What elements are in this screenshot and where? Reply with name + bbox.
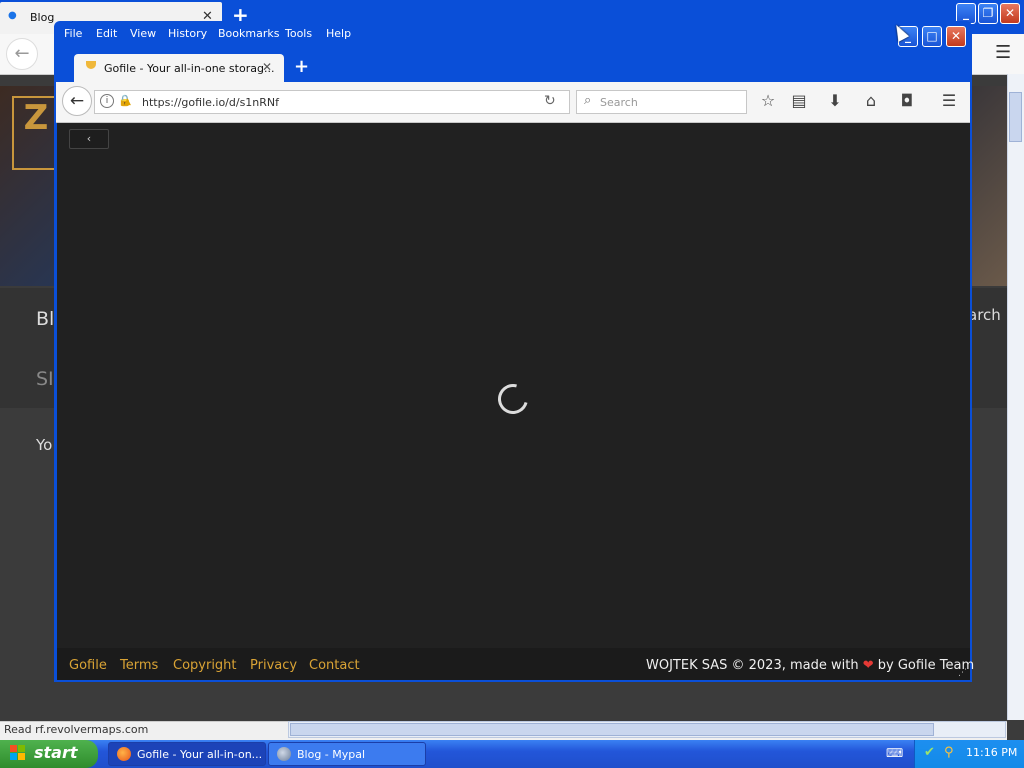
windows-logo-icon bbox=[10, 745, 26, 761]
tab-label: Gofile - Your all-in-one storag... bbox=[104, 62, 275, 75]
mypal-icon bbox=[277, 747, 291, 761]
footer-link-terms[interactable]: Terms bbox=[120, 658, 158, 673]
heart-icon: ❤ bbox=[862, 658, 874, 673]
close-tab-icon[interactable]: ✕ bbox=[262, 60, 272, 74]
home-icon[interactable]: ⌂ bbox=[861, 91, 881, 110]
horizontal-scrollbar-thumb[interactable] bbox=[290, 723, 934, 736]
firefox-icon bbox=[117, 747, 131, 761]
tab-favicon-icon: ● bbox=[8, 10, 17, 21]
menu-tools[interactable]: Tools bbox=[285, 27, 312, 40]
close-button[interactable]: ✕ bbox=[1000, 3, 1020, 24]
status-text: Read rf.revolvermaps.com bbox=[4, 723, 149, 736]
blog-nav-search[interactable]: arch bbox=[968, 306, 1001, 324]
background-tab-label: Blog bbox=[30, 11, 55, 24]
blog-logo: Z bbox=[12, 96, 60, 170]
footer-link-gofile[interactable]: Gofile bbox=[69, 658, 107, 673]
new-tab-button[interactable]: + bbox=[294, 56, 309, 77]
start-label[interactable]: start bbox=[34, 743, 78, 762]
search-placeholder[interactable]: Search bbox=[600, 96, 638, 109]
background-hamburger-menu-icon[interactable]: ☰ bbox=[995, 42, 1011, 63]
maximize-button[interactable]: □ bbox=[922, 26, 942, 47]
footer-link-privacy[interactable]: Privacy bbox=[250, 658, 297, 673]
gofile-favicon-icon bbox=[86, 61, 96, 69]
close-button[interactable]: ✕ bbox=[946, 26, 966, 47]
footer-credit: WOJTEK SAS © 2023, made with ❤ by Gofile… bbox=[646, 658, 974, 673]
taskbar-item-label: Blog - Mypal bbox=[297, 748, 366, 761]
menu-view[interactable]: View bbox=[130, 27, 156, 40]
menu-edit[interactable]: Edit bbox=[96, 27, 117, 40]
footer-credit-prefix: WOJTEK SAS © 2023, made with bbox=[646, 658, 859, 673]
vertical-scrollbar[interactable] bbox=[1007, 74, 1024, 720]
footer-link-contact[interactable]: Contact bbox=[309, 658, 360, 673]
hamburger-menu-icon[interactable]: ☰ bbox=[939, 91, 959, 110]
bookmark-star-icon[interactable]: ☆ bbox=[758, 91, 778, 110]
download-icon[interactable]: ⬇ bbox=[825, 91, 845, 110]
taskbar-item-label: Gofile - Your all-in-on... bbox=[137, 748, 263, 761]
back-arrow-icon[interactable]: ← bbox=[62, 86, 92, 116]
background-back-button[interactable]: ← bbox=[6, 38, 38, 70]
sidebar-toggle-button[interactable]: ‹ bbox=[69, 129, 109, 149]
network-icon[interactable]: ✔ bbox=[924, 745, 935, 760]
blog-nav-sub[interactable]: SI bbox=[36, 368, 54, 390]
warning-icon: ▲ bbox=[124, 97, 131, 107]
blog-body-text: Yo bbox=[36, 436, 53, 454]
search-icon: ⌕ bbox=[584, 93, 592, 108]
clock: 11:16 PM bbox=[966, 746, 1018, 759]
restore-button[interactable]: ❐ bbox=[978, 3, 998, 24]
blog-nav-title[interactable]: Bl bbox=[36, 308, 54, 330]
keyboard-icon[interactable]: ⌨ bbox=[886, 746, 903, 760]
reload-icon[interactable]: ↻ bbox=[544, 93, 556, 109]
tab-gofile[interactable]: Gofile - Your all-in-one storag... ✕ bbox=[74, 54, 284, 82]
reading-list-icon[interactable]: ▤ bbox=[789, 91, 809, 110]
footer-link-copyright[interactable]: Copyright bbox=[173, 658, 237, 673]
menu-help[interactable]: Help bbox=[326, 27, 351, 40]
taskbar-item-gofile[interactable]: Gofile - Your all-in-on... bbox=[108, 742, 266, 766]
info-icon[interactable]: i bbox=[100, 94, 114, 108]
vertical-scrollbar-thumb[interactable] bbox=[1009, 92, 1022, 142]
menu-history[interactable]: History bbox=[168, 27, 207, 40]
taskbar-item-blog[interactable]: Blog - Mypal bbox=[268, 742, 426, 766]
menu-file[interactable]: File bbox=[64, 27, 82, 40]
resize-grip-icon[interactable]: ⋰ bbox=[958, 668, 967, 678]
url-text[interactable]: https://gofile.io/d/s1nRNf bbox=[142, 96, 279, 109]
pocket-icon[interactable]: ◘ bbox=[897, 91, 917, 110]
search-tray-icon[interactable]: ⚲ bbox=[944, 745, 954, 760]
menu-bookmarks[interactable]: Bookmarks bbox=[218, 27, 279, 40]
